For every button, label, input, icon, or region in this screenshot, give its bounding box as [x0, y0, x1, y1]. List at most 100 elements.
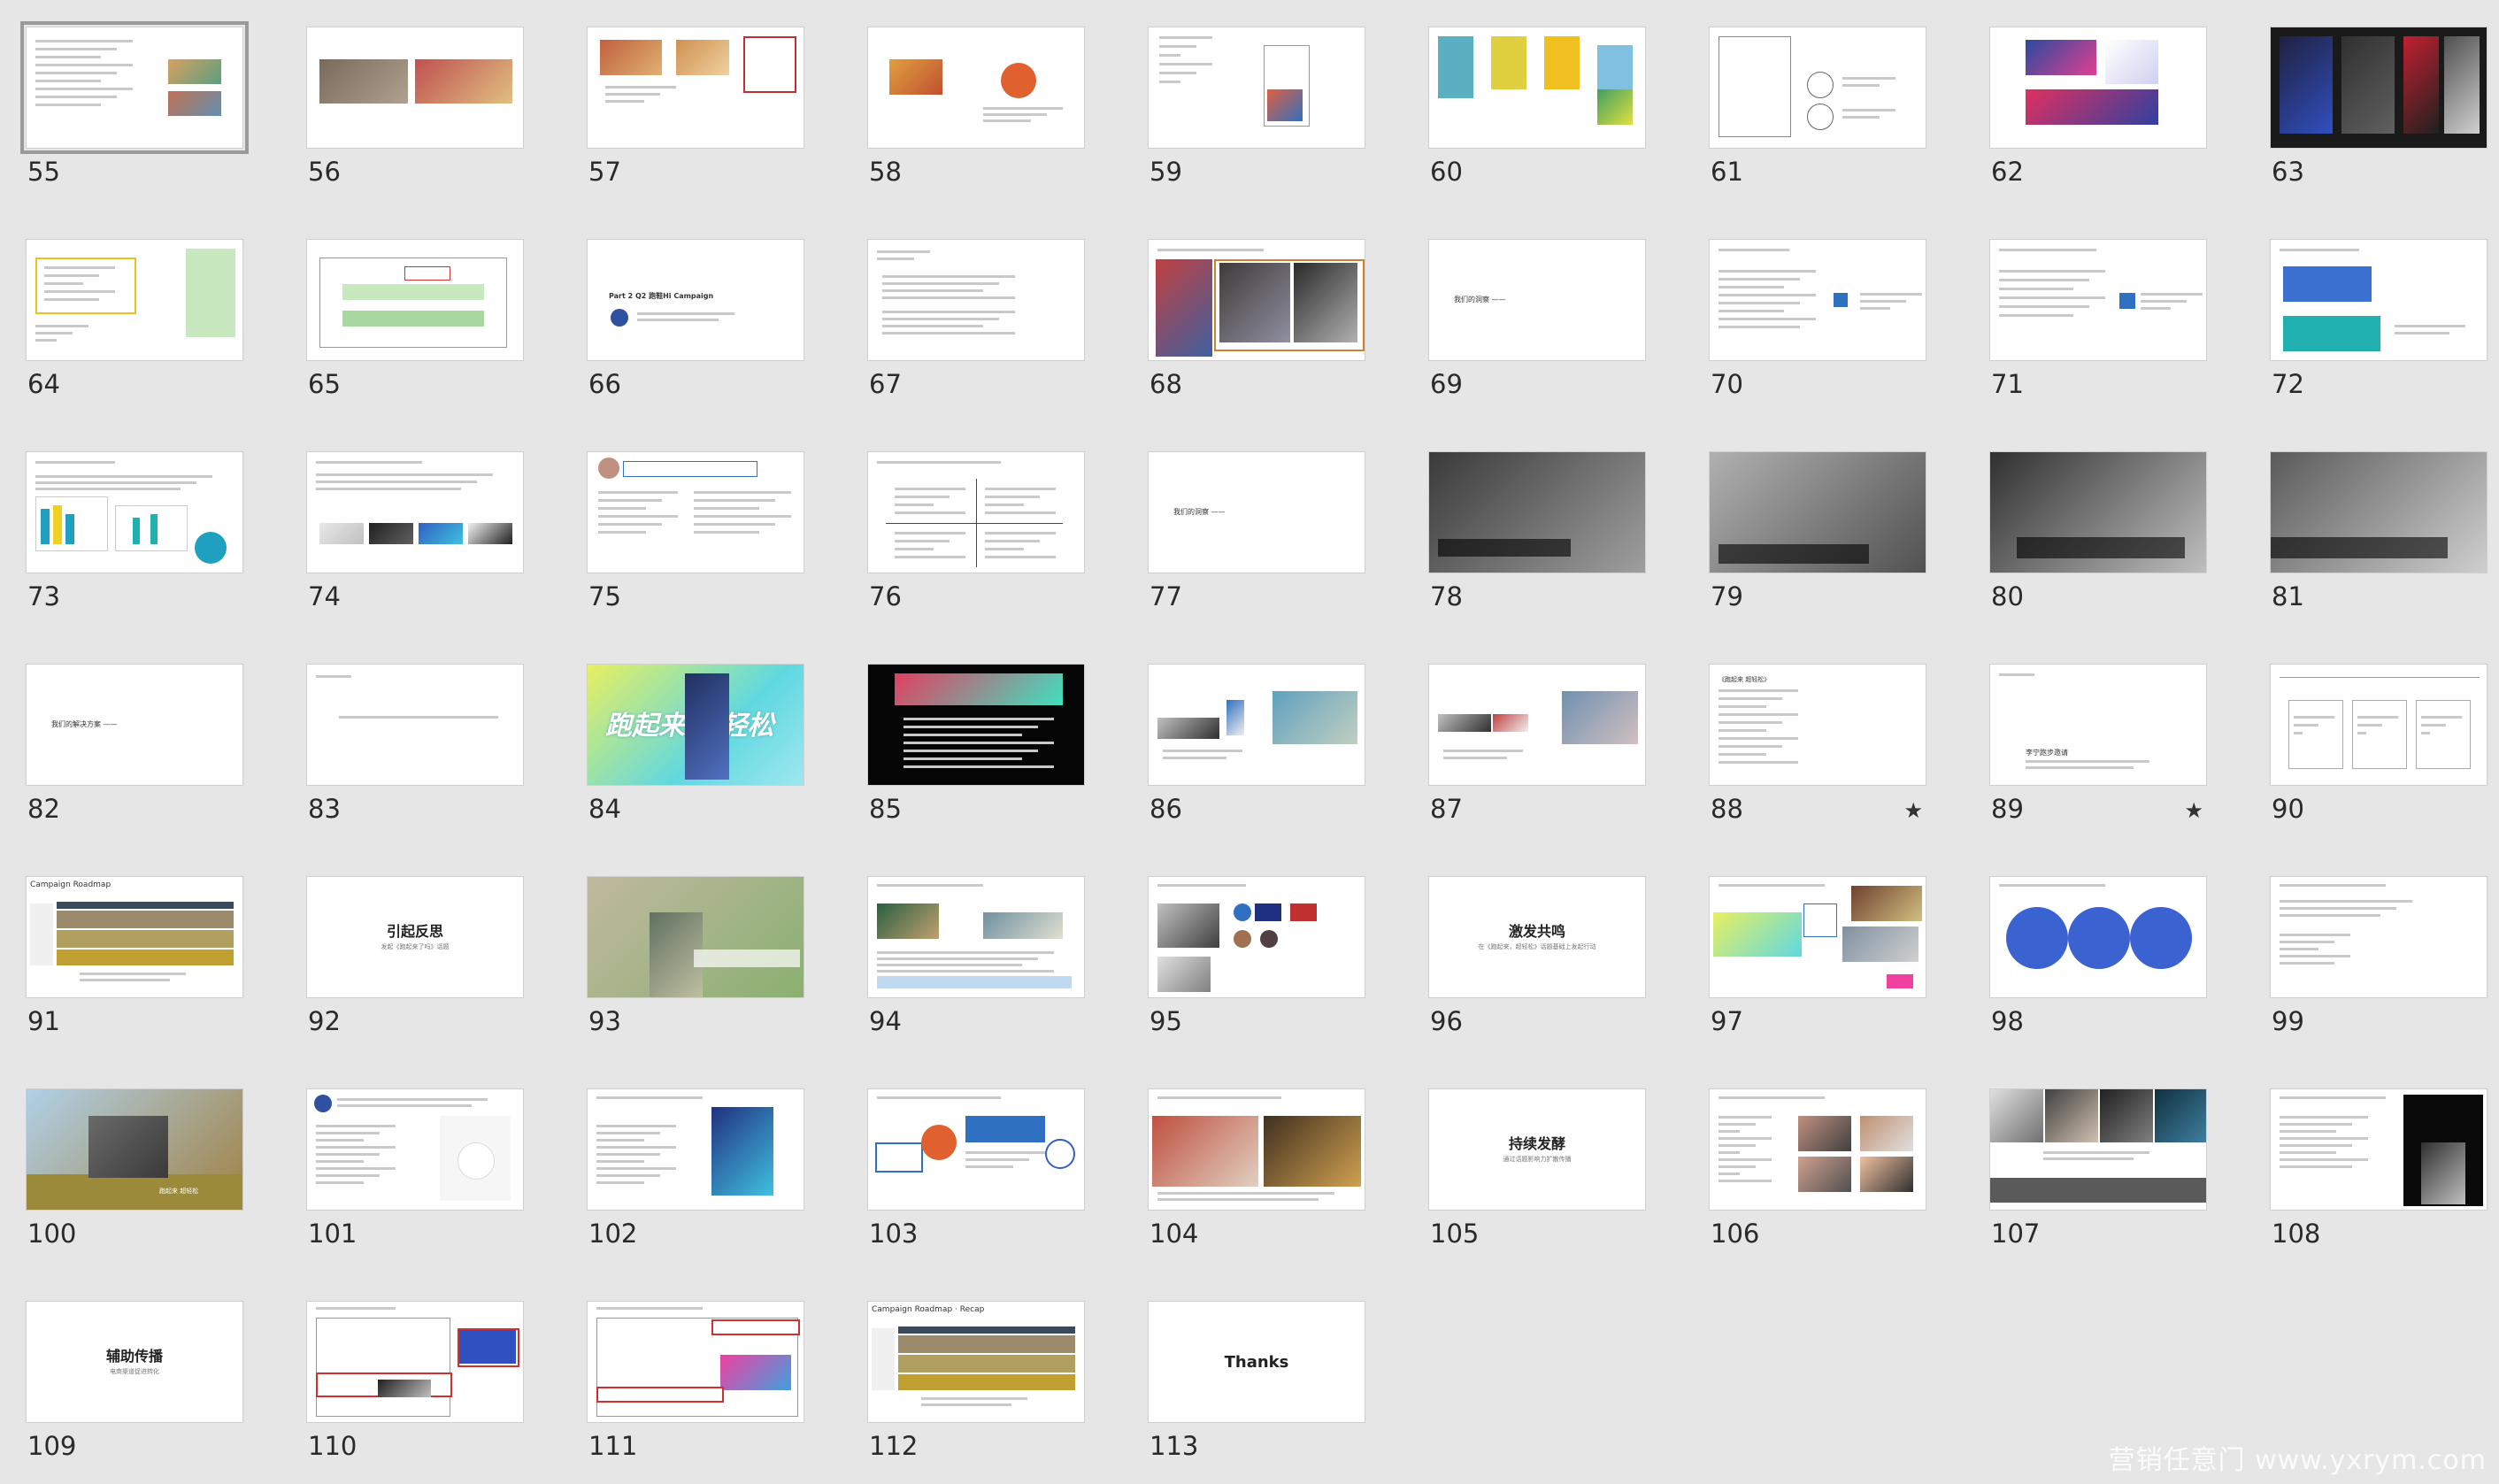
slide-thumbnail[interactable]: 我们的洞察 —— 69 — [1428, 239, 1646, 397]
slide-thumbnail[interactable]: 95 — [1148, 876, 1365, 1034]
slide-preview[interactable] — [1709, 876, 1926, 998]
slide-thumbnail[interactable]: 激发共鸣 在《跑起来，超轻松》话题基础上发起行动 96 — [1428, 876, 1646, 1034]
slide-thumbnail[interactable]: 106 — [1709, 1088, 1926, 1247]
slide-thumbnail[interactable]: 90 — [2270, 664, 2487, 822]
slide-thumbnail[interactable]: 《跑起来 超轻松》 88 ★ — [1709, 664, 1926, 823]
slide-thumbnail[interactable]: 93 — [587, 876, 804, 1034]
slide-thumbnail[interactable]: 59 — [1148, 27, 1365, 185]
slide-thumbnail[interactable]: 我们的洞察 —— 77 — [1148, 451, 1365, 610]
slide-preview[interactable] — [2270, 876, 2487, 998]
slide-preview[interactable] — [2270, 1088, 2487, 1211]
slide-preview[interactable]: Thanks — [1148, 1301, 1365, 1423]
slide-preview[interactable] — [306, 239, 524, 361]
animation-star-icon[interactable]: ★ — [1903, 798, 1923, 823]
slide-thumbnail[interactable]: 55 — [20, 21, 249, 185]
slide-preview[interactable] — [2270, 239, 2487, 361]
slide-thumbnail[interactable]: 87 — [1428, 664, 1646, 822]
slide-preview[interactable] — [2270, 664, 2487, 786]
slide-thumbnail[interactable]: 101 — [306, 1088, 524, 1247]
slide-thumbnail[interactable]: 76 — [867, 451, 1085, 610]
slide-thumbnail[interactable]: 102 — [587, 1088, 804, 1247]
slide-thumbnail[interactable]: 80 — [1989, 451, 2207, 610]
slide-thumbnail[interactable]: 引起反思 发起《跑起来了吗》话题 92 — [306, 876, 524, 1034]
slide-preview[interactable] — [867, 1088, 1085, 1211]
slide-thumbnail[interactable]: 56 — [306, 27, 524, 185]
animation-star-icon[interactable]: ★ — [2184, 798, 2203, 823]
slide-thumbnail[interactable]: Thanks 113 — [1148, 1301, 1365, 1459]
slide-thumbnail[interactable]: 85 — [867, 664, 1085, 822]
slide-preview[interactable]: 我们的解决方案 —— — [26, 664, 243, 786]
slide-preview[interactable] — [2270, 27, 2487, 149]
slide-thumbnail[interactable]: 我们的解决方案 —— 82 — [26, 664, 243, 822]
slide-preview[interactable] — [306, 664, 524, 786]
slide-preview[interactable] — [1148, 664, 1365, 786]
slide-thumbnail[interactable]: Campaign Roadmap 91 — [26, 876, 243, 1034]
slide-preview[interactable] — [1989, 239, 2207, 361]
slide-preview[interactable] — [1428, 27, 1646, 149]
slide-preview[interactable]: Campaign Roadmap · Recap — [867, 1301, 1085, 1423]
slide-thumbnail[interactable]: 58 — [867, 27, 1085, 185]
slide-thumbnail[interactable]: 110 — [306, 1301, 524, 1459]
slide-thumbnail[interactable]: 跑起来 超轻松 100 — [26, 1088, 243, 1247]
slide-thumbnail[interactable]: 83 — [306, 664, 524, 822]
slide-thumbnail[interactable]: 63 — [2270, 27, 2487, 185]
slide-thumbnail[interactable]: 辅助传播 电商渠道促进转化 109 — [26, 1301, 243, 1459]
slide-preview[interactable] — [587, 876, 804, 998]
slide-thumbnail[interactable]: 跑起来 超轻松 84 — [587, 664, 804, 822]
slide-preview[interactable]: 辅助传播 电商渠道促进转化 — [26, 1301, 243, 1423]
slide-thumbnail[interactable]: 108 — [2270, 1088, 2487, 1247]
slide-thumbnail[interactable]: 79 — [1709, 451, 1926, 610]
slide-preview[interactable] — [306, 1301, 524, 1423]
slide-preview[interactable] — [1709, 239, 1926, 361]
slide-preview[interactable] — [2270, 451, 2487, 573]
slide-thumbnail[interactable]: 62 — [1989, 27, 2207, 185]
slide-thumbnail[interactable]: Part 2 Q2 跑鞋Hi Campaign 66 — [587, 239, 804, 397]
slide-thumbnail[interactable]: 61 — [1709, 27, 1926, 185]
slide-preview[interactable] — [20, 21, 249, 154]
slide-preview[interactable]: 我们的洞察 —— — [1148, 451, 1365, 573]
slide-preview[interactable]: 引起反思 发起《跑起来了吗》话题 — [306, 876, 524, 998]
slide-preview[interactable]: 持续发酵 通过话题影响力扩散传播 — [1428, 1088, 1646, 1211]
slide-thumbnail[interactable]: 70 — [1709, 239, 1926, 397]
slide-preview[interactable] — [1428, 451, 1646, 573]
slide-thumbnail[interactable]: 李宁跑步邀请 89 ★ — [1989, 664, 2207, 823]
slide-preview[interactable] — [26, 239, 243, 361]
slide-preview[interactable] — [867, 451, 1085, 573]
slide-thumbnail[interactable]: 104 — [1148, 1088, 1365, 1247]
slide-thumbnail[interactable]: 107 — [1989, 1088, 2207, 1247]
slide-preview[interactable]: Part 2 Q2 跑鞋Hi Campaign — [587, 239, 804, 361]
slide-preview[interactable] — [1709, 1088, 1926, 1211]
slide-thumbnail[interactable]: 94 — [867, 876, 1085, 1034]
slide-preview[interactable] — [587, 1088, 804, 1211]
slide-preview[interactable] — [867, 239, 1085, 361]
slide-thumbnail[interactable]: 65 — [306, 239, 524, 397]
slide-thumbnail[interactable]: 57 — [587, 27, 804, 185]
slide-preview[interactable] — [1989, 1088, 2207, 1211]
slide-preview[interactable]: 我们的洞察 —— — [1428, 239, 1646, 361]
slide-preview[interactable] — [867, 27, 1085, 149]
slide-thumbnail[interactable]: 81 — [2270, 451, 2487, 610]
slide-thumbnail[interactable]: 64 — [26, 239, 243, 397]
slide-preview[interactable] — [1148, 876, 1365, 998]
slide-thumbnail[interactable]: 持续发酵 通过话题影响力扩散传播 105 — [1428, 1088, 1646, 1247]
slide-preview[interactable] — [867, 876, 1085, 998]
slide-preview[interactable] — [306, 27, 524, 149]
slide-preview[interactable] — [1989, 451, 2207, 573]
slide-preview[interactable]: 李宁跑步邀请 — [1989, 664, 2207, 786]
slide-preview[interactable] — [1989, 27, 2207, 149]
slide-thumbnail[interactable]: 71 — [1989, 239, 2207, 397]
slide-preview[interactable] — [306, 1088, 524, 1211]
slide-thumbnail[interactable]: 86 — [1148, 664, 1365, 822]
slide-thumbnail[interactable]: 75 — [587, 451, 804, 610]
slide-preview[interactable] — [26, 451, 243, 573]
slide-preview[interactable] — [587, 451, 804, 573]
slide-preview[interactable] — [306, 451, 524, 573]
slide-preview[interactable]: 跑起来 超轻松 — [587, 664, 804, 786]
slide-preview[interactable]: 激发共鸣 在《跑起来，超轻松》话题基础上发起行动 — [1428, 876, 1646, 998]
slide-thumbnail[interactable]: 72 — [2270, 239, 2487, 397]
slide-thumbnail[interactable]: 68 — [1148, 239, 1365, 397]
slide-thumbnail[interactable]: 74 — [306, 451, 524, 610]
slide-preview[interactable] — [587, 1301, 804, 1423]
slide-thumbnail[interactable]: 98 — [1989, 876, 2207, 1034]
slide-thumbnail[interactable]: 67 — [867, 239, 1085, 397]
